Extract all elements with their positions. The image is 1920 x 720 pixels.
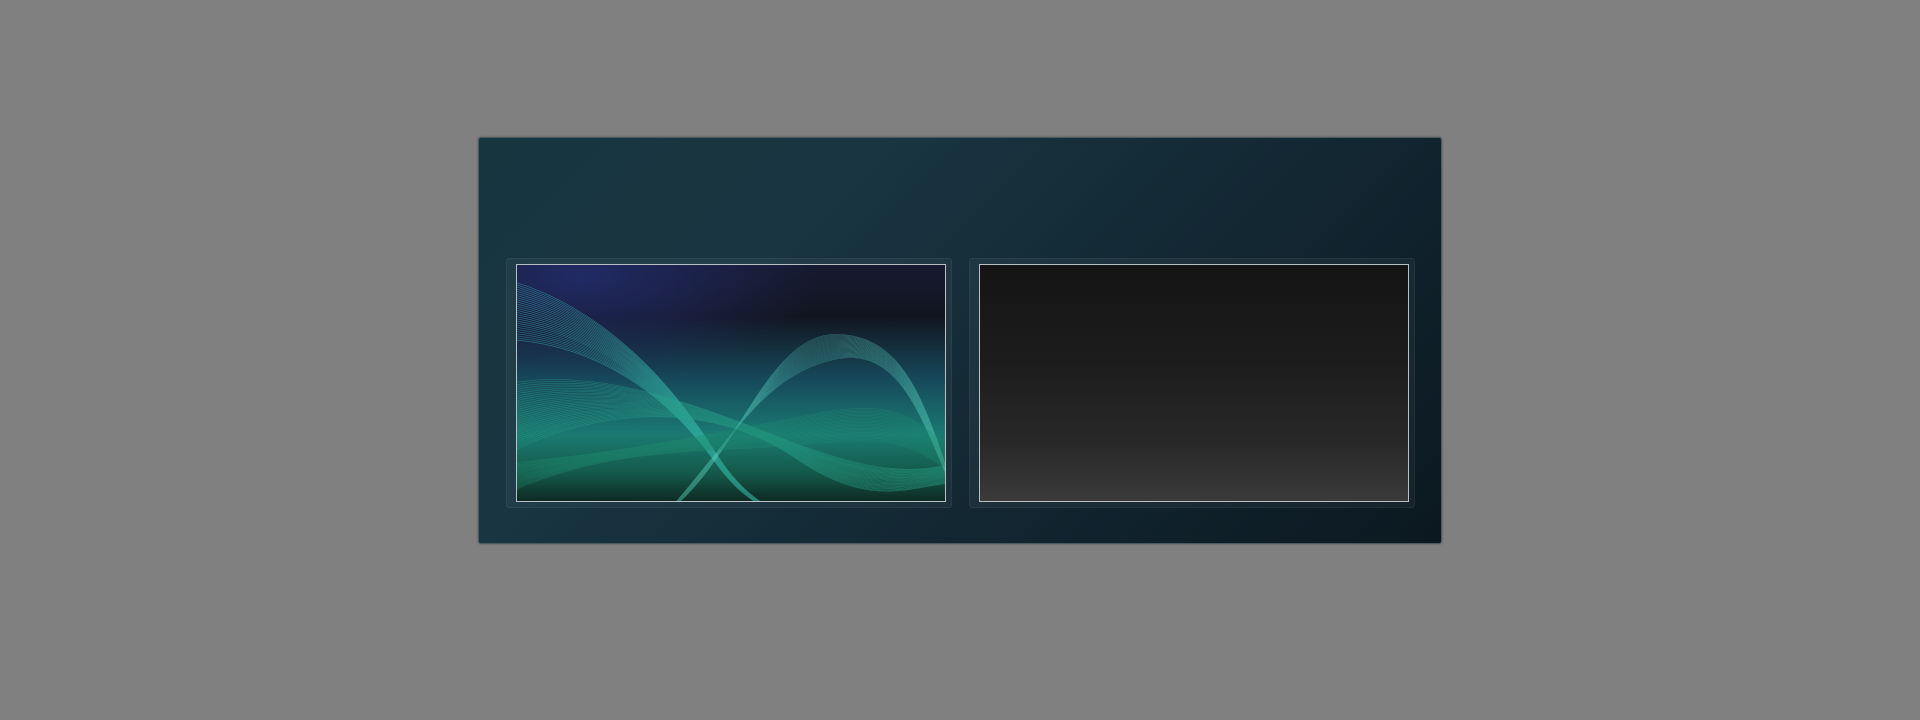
workspace-1-wallpaper-preview [516, 264, 946, 502]
workspace-2-thumbnail[interactable] [969, 258, 1415, 508]
wave-lines-wallpaper [517, 282, 945, 501]
workspace-2-wallpaper-preview [979, 264, 1409, 502]
workspace-switcher [478, 137, 1442, 544]
workspace-1-thumbnail[interactable] [506, 258, 952, 508]
